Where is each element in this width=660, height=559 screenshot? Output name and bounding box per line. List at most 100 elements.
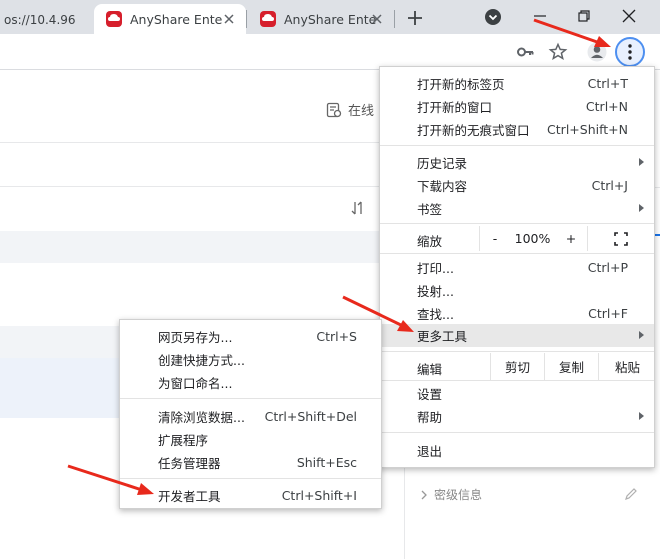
close-icon[interactable] [222,12,236,26]
tab-partial[interactable]: os://10.4.96 [0,6,92,34]
menu-item-label: 历史记录 [417,156,468,171]
copy-button[interactable]: 复制 [544,353,598,380]
menu-item-help[interactable]: 帮助 [380,405,654,428]
password-key-icon[interactable] [515,42,535,62]
new-tab-plus-icon[interactable] [404,8,426,28]
menu-item-more-tools[interactable]: 更多工具 [380,324,654,347]
submenu-arrow-icon [639,158,644,166]
menu-item-find[interactable]: 查找... Ctrl+F [380,302,654,325]
menu-item-settings[interactable]: 设置 [380,382,654,405]
submenu-item-extensions[interactable]: 扩展程序 [120,428,381,451]
table-row-selected[interactable] [0,358,120,418]
menu-item-cast[interactable]: 投射... [380,279,654,302]
menu-item-label: 设置 [417,387,443,402]
submenu-item-clear-data[interactable]: 清除浏览数据... Ctrl+Shift+Del [120,405,381,428]
accent-bar [655,234,660,236]
detail-panel [404,460,660,559]
menu-item-label: 创建快捷方式... [158,353,245,368]
sort-icon[interactable] [350,200,366,220]
close-icon[interactable] [370,12,384,26]
profile-avatar-icon[interactable] [587,42,607,62]
pencil-edit-icon[interactable] [623,486,639,502]
submenu-arrow-icon [639,412,644,420]
menu-item-label: 扩展程序 [158,433,209,448]
menu-separator [120,398,381,399]
zoom-value-label: 100% [514,231,551,246]
chrome-menu-button[interactable] [615,37,645,67]
zoom-in-button[interactable]: + [556,225,586,252]
browser-toolbar [0,34,660,70]
tab-anyshare-inactive[interactable]: AnyShare Ente [248,4,394,34]
anyshare-favicon-icon [106,11,122,27]
paste-label: 粘贴 [614,360,640,375]
secret-level-toggle[interactable]: 密级信息 [420,486,482,503]
cut-label: 剪切 [504,360,530,375]
menu-shortcut: Shift+Esc [296,455,357,470]
menu-separator [380,380,654,381]
menu-shortcut: Ctrl+S [316,329,357,344]
zoom-plus-label: + [565,231,577,246]
menu-shortcut: Ctrl+N [585,99,628,114]
tab-anyshare-active[interactable]: AnyShare Ente [94,4,246,34]
menu-item-downloads[interactable]: 下载内容 Ctrl+J [380,174,654,197]
tab-title: AnyShare Ente [284,11,377,27]
minimize-icon[interactable] [530,6,550,26]
menu-shortcut: Ctrl+J [591,178,628,193]
menu-item-print[interactable]: 打印... Ctrl+P [380,256,654,279]
menu-shortcut: Ctrl+Shift+I [281,488,357,503]
edit-label: 编辑 [417,362,443,377]
menu-item-bookmarks[interactable]: 书签 [380,197,654,220]
menu-item-label: 书签 [417,202,443,217]
tab-search-icon[interactable] [484,8,502,26]
menu-separator [380,223,654,224]
menu-item-history[interactable]: 历史记录 [380,151,654,174]
online-edit-icon [326,102,342,117]
menu-item-new-window[interactable]: 打开新的窗口 Ctrl+N [380,95,654,118]
divider [0,142,380,143]
menu-item-new-tab[interactable]: 打开新的标签页 Ctrl+T [380,72,654,95]
anyshare-favicon-icon [260,11,276,27]
submenu-item-name-window[interactable]: 为窗口命名... [120,371,381,394]
menu-separator [380,253,654,254]
menu-shortcut: Ctrl+Shift+Del [264,409,357,424]
menu-item-label: 投射... [417,284,454,299]
divider [0,186,380,187]
submenu-arrow-icon [639,204,644,212]
zoom-minus-label: - [492,231,498,246]
cut-button[interactable]: 剪切 [490,353,544,380]
submenu-item-save-as[interactable]: 网页另存为... Ctrl+S [120,325,381,348]
table-row[interactable] [0,231,380,263]
submenu-item-create-shortcut[interactable]: 创建快捷方式... [120,348,381,371]
restore-icon[interactable] [574,6,594,26]
zoom-label: 缩放 [417,234,443,249]
tab-partial-title: os://10.4.96 [4,13,76,27]
menu-zoom-row: 缩放 - 100% + [380,225,654,252]
menu-shortcut: Ctrl+P [587,260,628,275]
menu-item-label: 为窗口命名... [158,376,233,391]
table-row[interactable] [0,326,120,358]
chrome-main-menu: 打开新的标签页 Ctrl+T 打开新的窗口 Ctrl+N 打开新的无痕式窗口 C… [379,66,655,468]
tab-title: AnyShare Ente [130,11,223,27]
menu-item-label: 更多工具 [417,329,468,344]
fullscreen-icon [614,231,628,246]
submenu-item-task-manager[interactable]: 任务管理器 Shift+Esc [120,451,381,474]
menu-item-exit[interactable]: 退出 [380,439,654,462]
chevron-right-icon [421,490,427,499]
online-label: 在线 [348,104,375,119]
bookmark-star-icon[interactable] [548,42,568,62]
menu-item-label: 帮助 [417,410,443,425]
copy-label: 复制 [558,360,584,375]
more-tools-submenu: 网页另存为... Ctrl+S 创建快捷方式... 为窗口命名... 清除浏览数… [119,319,382,509]
paste-button[interactable]: 粘贴 [598,353,656,380]
submenu-item-devtools[interactable]: 开发者工具 Ctrl+Shift+I [120,484,381,507]
menu-shortcut: Ctrl+F [588,306,628,321]
menu-item-incognito[interactable]: 打开新的无痕式窗口 Ctrl+Shift+N [380,118,654,141]
online-link[interactable]: 在线 [326,100,374,119]
fullscreen-button[interactable] [606,225,636,252]
zoom-out-button[interactable]: - [480,225,510,252]
more-vert-icon [628,44,632,60]
menu-shortcut: Ctrl+T [587,76,628,91]
menu-separator [380,432,654,433]
window-close-icon[interactable] [619,6,639,26]
tab-divider [246,10,247,28]
